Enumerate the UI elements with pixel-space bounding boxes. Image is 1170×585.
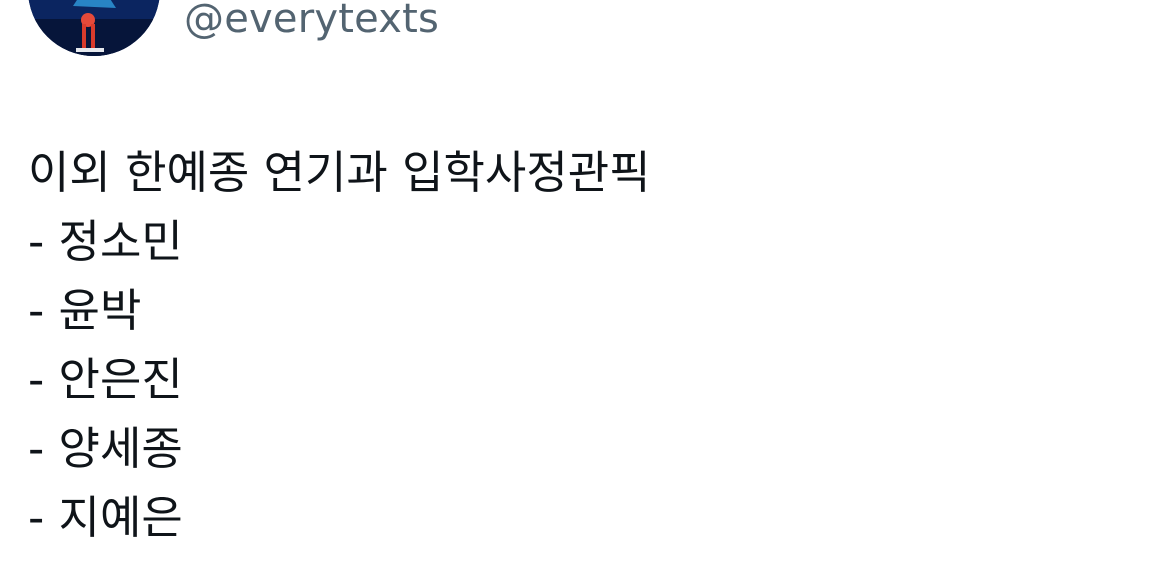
tweet-line-item: - 안은진 — [28, 353, 183, 406]
tweet-line-item: - 양세종 — [28, 422, 183, 475]
tweet-line-item: - 정소민 — [28, 215, 183, 268]
user-handle[interactable]: @everytexts — [184, 0, 439, 44]
tweet-line-item: - 윤박 — [28, 284, 142, 337]
tweet-line-intro: 이외 한예종 연기과 입학사정관픽 — [28, 146, 651, 199]
tweet-line-item: - 지예은 — [28, 491, 183, 544]
tweet-text: 이외 한예종 연기과 입학사정관픽 - 정소민 - 윤박 - 안은진 - 양세종… — [28, 138, 1128, 552]
avatar-image — [28, 0, 160, 56]
avatar[interactable] — [28, 0, 160, 56]
